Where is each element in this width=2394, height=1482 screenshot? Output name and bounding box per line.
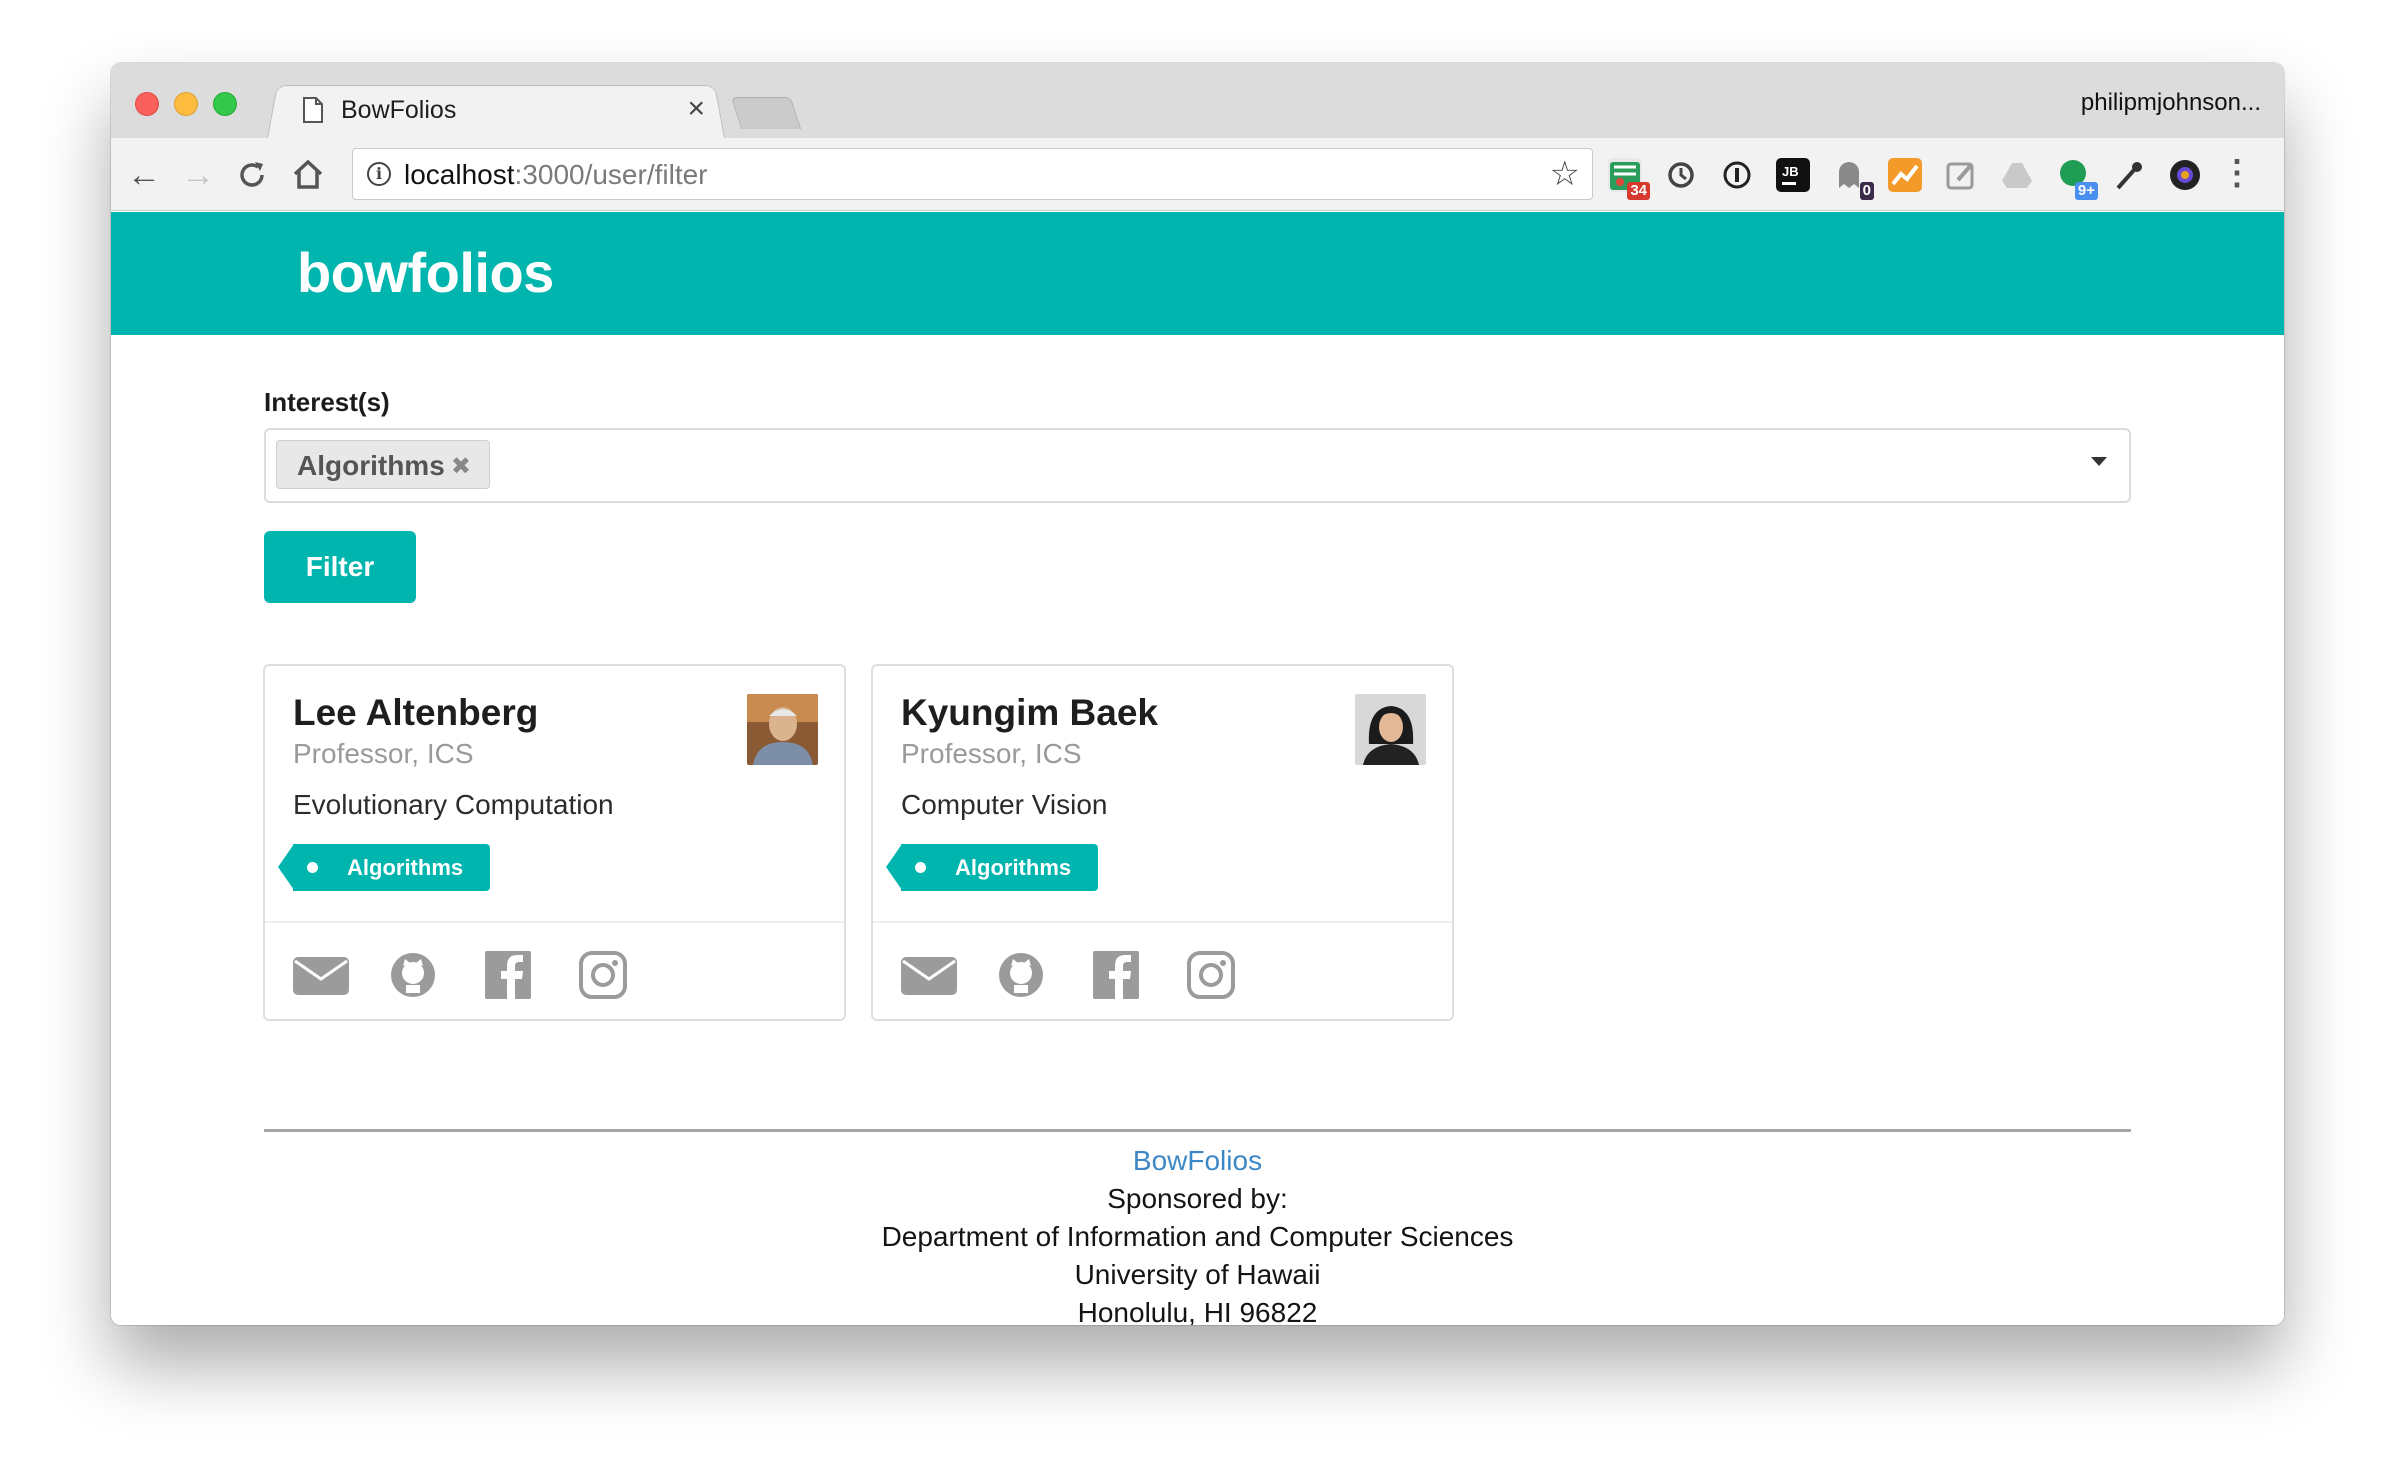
url-path: :3000/user/filter [514,159,708,190]
selected-interest-chip: Algorithms ✖ [276,440,490,489]
profile-card: Lee Altenberg Professor, ICS Evolutionar… [263,664,846,1021]
address-bar[interactable]: i localhost:3000/user/filter ☆ [352,148,1593,200]
profile-name: Kyungim Baek [901,692,1159,733]
browser-menu-icon[interactable]: ⋮ [2220,154,2254,192]
home-icon[interactable] [291,158,325,190]
drive-extension-icon[interactable] [2000,158,2034,192]
jetbrains-extension-icon[interactable]: JB [1776,158,1810,192]
back-arrow-icon[interactable]: ← [125,156,163,194]
new-tab-button[interactable] [730,97,802,129]
envelope-icon[interactable] [901,949,957,1001]
facebook-icon[interactable] [1087,949,1143,1001]
document-icon [303,97,323,123]
interest-tag[interactable]: Algorithms [278,844,490,891]
tag-label: Algorithms [347,855,464,880]
profile-photo [747,694,818,765]
svg-text:JB: JB [1782,164,1799,179]
filter-button[interactable]: Filter [264,531,416,603]
eyedropper-extension-icon[interactable] [2112,158,2146,192]
dropdown-caret-icon[interactable] [2091,457,2107,466]
instagram-icon[interactable] [1182,949,1238,1001]
card-social-links [873,921,1452,1021]
reload-icon[interactable] [236,159,268,191]
profile-title: Professor, ICS [901,738,1082,769]
minimize-window-button[interactable] [174,92,198,116]
url-text[interactable]: localhost:3000/user/filter [404,159,708,191]
zoom-window-button[interactable] [213,92,237,116]
footer-line: University of Hawaii [1074,1259,1321,1290]
footer-line: Department of Information and Computer S… [881,1221,1514,1252]
forward-arrow-icon[interactable]: → [179,156,217,194]
ghost-badge: 0 [1859,182,1874,200]
footer: BowFolios Sponsored by: Department of In… [111,1142,2284,1325]
browser-tab-content[interactable]: BowFolios × [289,83,709,138]
card-social-links [265,921,844,1021]
github-icon[interactable] [993,949,1049,1001]
ghost-extension-icon[interactable]: 0 [1832,158,1874,200]
interests-multiselect[interactable]: Algorithms ✖ [264,428,2131,503]
chip-label: Algorithms [297,450,445,481]
github-icon[interactable] [385,949,441,1001]
password-manager-extension-icon[interactable] [1720,158,1754,192]
tab-title: BowFolios [341,96,457,124]
edit-extension-icon[interactable] [1944,158,1978,192]
profile-description: Evolutionary Computation [293,789,614,820]
browser-toolbar: ← → i localhost:3000/user/filter ☆ 34 JB… [111,138,2284,211]
tab-close-icon[interactable]: × [687,91,705,127]
calendar-badge: 34 [1627,182,1650,200]
url-host: localhost [404,159,515,190]
envelope-icon[interactable] [293,949,349,1001]
profile-name[interactable]: philipmjohnson... [2081,89,2261,117]
instagram-icon[interactable] [574,949,630,1001]
footer-line: Honolulu, HI 96822 [1077,1297,1318,1325]
calendar-extension-icon[interactable]: 34 [1608,158,1650,200]
analytics-extension-icon[interactable] [1888,158,1922,192]
title-bar: BowFolios × philipmjohnson... [111,63,2284,138]
web-page: bowfolios Interest(s) Algorithms ✖ Filte… [111,212,2284,1325]
sync-extension-icon[interactable] [1664,158,1698,192]
footer-line: Sponsored by: [1107,1183,1288,1214]
remove-chip-icon[interactable]: ✖ [451,452,471,481]
footer-bowfolios-link[interactable]: BowFolios [111,1142,2284,1180]
hangouts-badge: 9+ [2074,182,2098,200]
profile-description: Computer Vision [901,789,1108,820]
browser-window: BowFolios × philipmjohnson... ← → i loca… [111,63,2284,1325]
site-info-icon[interactable]: i [367,162,391,186]
top-menu: bowfolios [111,212,2284,335]
profile-title: Professor, ICS [293,738,474,769]
hangouts-extension-icon[interactable]: 9+ [2056,158,2098,200]
interest-tag[interactable]: Algorithms [886,844,1098,891]
interests-label: Interest(s) [264,387,390,417]
camera-extension-icon[interactable] [2168,158,2202,192]
close-window-button[interactable] [135,92,159,116]
bookmark-star-icon[interactable]: ☆ [1550,155,1580,193]
tag-dot-icon [307,862,318,873]
facebook-icon[interactable] [479,949,535,1001]
profile-card: Kyungim Baek Professor, ICS Computer Vis… [871,664,1454,1021]
footer-divider [264,1129,2131,1132]
profile-name: Lee Altenberg [293,692,539,733]
profile-photo [1355,694,1426,765]
tag-label: Algorithms [955,855,1072,880]
brand-logo-link[interactable]: bowfolios [297,240,554,305]
tag-dot-icon [915,862,926,873]
